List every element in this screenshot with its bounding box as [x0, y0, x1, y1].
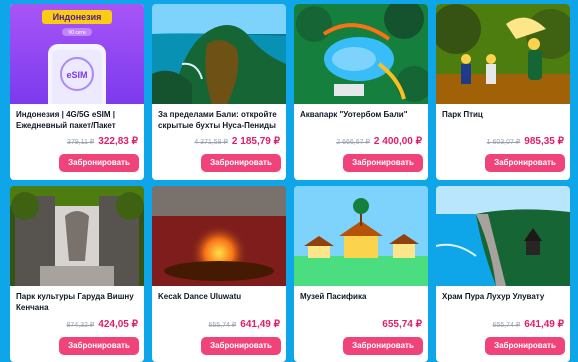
current-price: 2 400,00 ₽ — [373, 136, 422, 147]
old-price: 2 666,67 ₽ — [336, 139, 370, 146]
product-card-bird-park[interactable]: Парк Птиц 1 603,07 ₽ 985,35 ₽ Заброниров… — [436, 4, 570, 180]
book-button[interactable]: Забронировать — [59, 337, 139, 355]
book-button[interactable]: Забронировать — [485, 154, 565, 172]
price-row: 655,74 ₽ 641,49 ₽ — [492, 319, 564, 333]
card-image[interactable] — [152, 186, 286, 286]
thumb-label: eSIM — [66, 70, 87, 80]
current-price: 424,05 ₽ — [98, 319, 138, 330]
current-price: 2 185,79 ₽ — [231, 136, 280, 147]
price-row: 874,32 ₽ 424,05 ₽ — [66, 319, 138, 333]
card-image[interactable] — [10, 186, 144, 286]
card-title[interactable]: Kecak Dance Uluwatu — [158, 291, 282, 302]
card-image[interactable] — [152, 4, 286, 104]
price-row: 655,74 ₽ 641,49 ₽ — [208, 319, 280, 333]
book-button[interactable]: Забронировать — [201, 337, 281, 355]
price-row: 2 666,67 ₽ 2 400,00 ₽ — [336, 136, 422, 150]
card-image[interactable] — [294, 186, 428, 286]
price-row: 4 371,59 ₽ 2 185,79 ₽ — [194, 136, 280, 150]
thumb-heading: Индонезия — [53, 12, 102, 22]
product-card-gwk[interactable]: Парк культуры Гаруда Вишну Кенчана 874,3… — [10, 186, 144, 362]
card-image[interactable]: Индонезия 90 сети eSIM — [10, 4, 144, 104]
card-title[interactable]: Индонезия | 4G/5G eSIM | Ежедневный паке… — [16, 109, 140, 131]
price-row: 379,11 ₽ 322,83 ₽ — [67, 136, 138, 150]
card-image[interactable] — [294, 4, 428, 104]
card-title[interactable]: Музей Пасифика — [300, 291, 424, 302]
old-price: 655,74 ₽ — [492, 322, 521, 329]
book-button[interactable]: Забронировать — [343, 154, 423, 172]
card-title[interactable]: За пределами Бали: откройте скрытые бухт… — [158, 109, 282, 131]
product-card-uluwatu[interactable]: Храм Пура Лухур Улувату 655,74 ₽ 641,49 … — [436, 186, 570, 362]
current-price: 641,49 ₽ — [240, 319, 280, 330]
card-title[interactable]: Храм Пура Лухур Улувату — [442, 291, 566, 302]
card-title[interactable]: Парк Птиц — [442, 109, 566, 120]
price-row: 655,74 ₽ — [378, 319, 422, 333]
old-price: 655,74 ₽ — [208, 322, 237, 329]
product-grid: Индонезия 90 сети eSIM Индонезия | 4G/5G… — [0, 0, 578, 362]
card-title[interactable]: Парк культуры Гаруда Вишну Кенчана — [16, 291, 140, 313]
price-row: 1 603,07 ₽ 985,35 ₽ — [487, 136, 564, 150]
current-price: 641,49 ₽ — [524, 319, 564, 330]
old-price: 1 603,07 ₽ — [486, 139, 521, 146]
book-button[interactable]: Забронировать — [485, 337, 565, 355]
book-button[interactable]: Забронировать — [201, 154, 281, 172]
card-image[interactable] — [436, 4, 570, 104]
old-price: 874,32 ₽ — [66, 322, 95, 329]
old-price: 379,11 ₽ — [66, 139, 95, 146]
product-card-kecak[interactable]: Kecak Dance Uluwatu 655,74 ₽ 641,49 ₽ За… — [152, 186, 286, 362]
current-price: 655,74 ₽ — [382, 319, 422, 330]
current-price: 985,35 ₽ — [524, 136, 564, 147]
current-price: 322,83 ₽ — [98, 136, 138, 147]
old-price: 4 371,59 ₽ — [194, 139, 228, 146]
card-image[interactable] — [436, 186, 570, 286]
product-card-waterbom[interactable]: Аквапарк "Уотербом Бали" 2 666,67 ₽ 2 40… — [294, 4, 428, 180]
card-title[interactable]: Аквапарк "Уотербом Бали" — [300, 109, 424, 120]
product-card-esim[interactable]: Индонезия 90 сети eSIM Индонезия | 4G/5G… — [10, 4, 144, 180]
book-button[interactable]: Забронировать — [59, 154, 139, 172]
thumb-badge: 90 сети — [68, 30, 85, 36]
book-button[interactable]: Забронировать — [343, 337, 423, 355]
product-card-nusa-penida[interactable]: За пределами Бали: откройте скрытые бухт… — [152, 4, 286, 180]
product-card-pasifika[interactable]: Музей Пасифика 655,74 ₽ Забронировать — [294, 186, 428, 362]
